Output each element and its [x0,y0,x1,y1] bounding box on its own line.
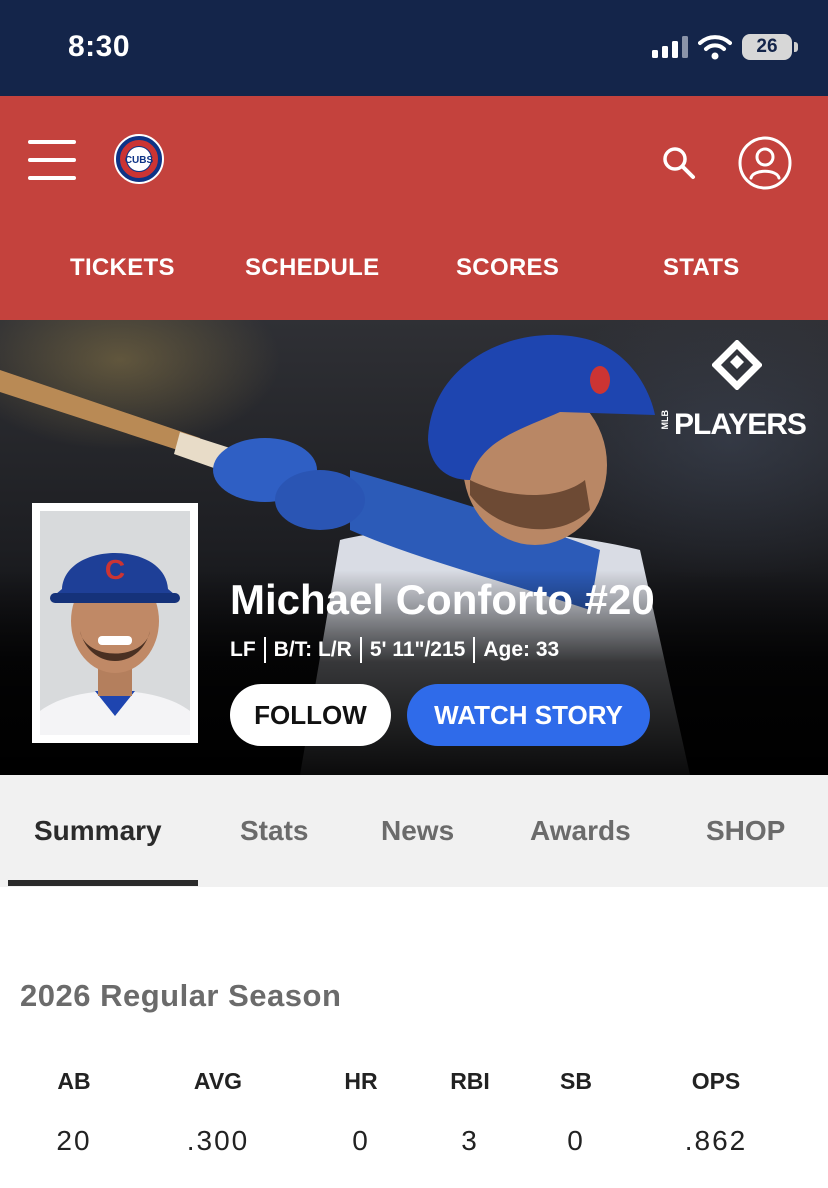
cubs-logo-text: CUBS [125,155,154,166]
app-header: CUBS TICKETS SCHEDULE SCORES STATS [0,96,828,320]
tab-awards[interactable]: Awards [530,815,631,847]
mlb-players-logo: MLB PLAYERS [660,340,815,441]
header-nav: TICKETS SCHEDULE SCORES STATS [0,254,828,294]
player-bats-throws: B/T: L/R [273,638,352,661]
signal-icon [652,36,688,58]
svg-text:C: C [105,554,125,585]
stat-header-ab: AB [57,1068,91,1094]
players-text: PLAYERS [674,408,807,441]
player-name: Michael Conforto #20 [230,576,655,623]
nav-schedule[interactable]: SCHEDULE [245,254,379,282]
cubs-logo[interactable]: CUBS [114,134,164,184]
stat-value-hr: 0 [352,1125,370,1156]
stat-value-ab: 20 [56,1125,92,1156]
status-time: 8:30 [68,30,131,63]
player-age: Age: 33 [483,638,560,661]
stat-header-hr: HR [344,1068,378,1094]
player-meta: LF B/T: L/R 5' 11"/215 Age: 33 [230,637,559,663]
search-icon[interactable] [660,144,698,182]
nav-stats[interactable]: STATS [663,254,740,282]
player-tabs: Summary Stats News Awards SHOP [0,775,828,887]
stat-value-sb: 0 [567,1125,585,1156]
stat-header-ops: OPS [691,1068,741,1094]
stat-header-sb: SB [560,1068,592,1094]
season-title: 2026 Regular Season [20,978,342,1013]
player-position: LF [230,638,256,661]
hamburger-menu-icon[interactable] [28,140,76,180]
mlb-small-text: MLB [660,410,670,430]
battery-icon: 26 [742,34,798,60]
wifi-icon [698,35,732,60]
stat-value-ops: .862 [684,1125,748,1156]
player-headshot: C [32,503,198,743]
status-icons: 26 [652,34,798,60]
tab-stats[interactable]: Stats [240,815,308,847]
meta-divider [473,637,476,663]
follow-button[interactable]: FOLLOW [230,684,391,746]
stat-header-rbi: RBI [450,1068,490,1094]
player-height-weight: 5' 11"/215 [369,638,466,661]
meta-divider [263,637,266,663]
player-hero: MLB PLAYERS C Michael Conforto #20 LF B/… [0,320,828,775]
stat-value-avg: .300 [186,1125,250,1156]
nav-scores[interactable]: SCORES [456,254,559,282]
account-icon[interactable] [738,136,792,190]
watch-story-button[interactable]: WATCH STORY [407,684,650,746]
stat-value-rbi: 3 [461,1125,479,1156]
tab-summary[interactable]: Summary [34,815,162,847]
diamond-icon [712,340,762,390]
stat-header-avg: AVG [193,1068,243,1094]
meta-divider [359,637,362,663]
active-tab-indicator [8,880,198,886]
tab-news[interactable]: News [381,815,454,847]
nav-tickets[interactable]: TICKETS [70,254,175,282]
tab-shop[interactable]: SHOP [706,815,785,847]
status-bar: 8:30 26 [0,0,828,96]
headshot-portrait: C [40,511,190,735]
